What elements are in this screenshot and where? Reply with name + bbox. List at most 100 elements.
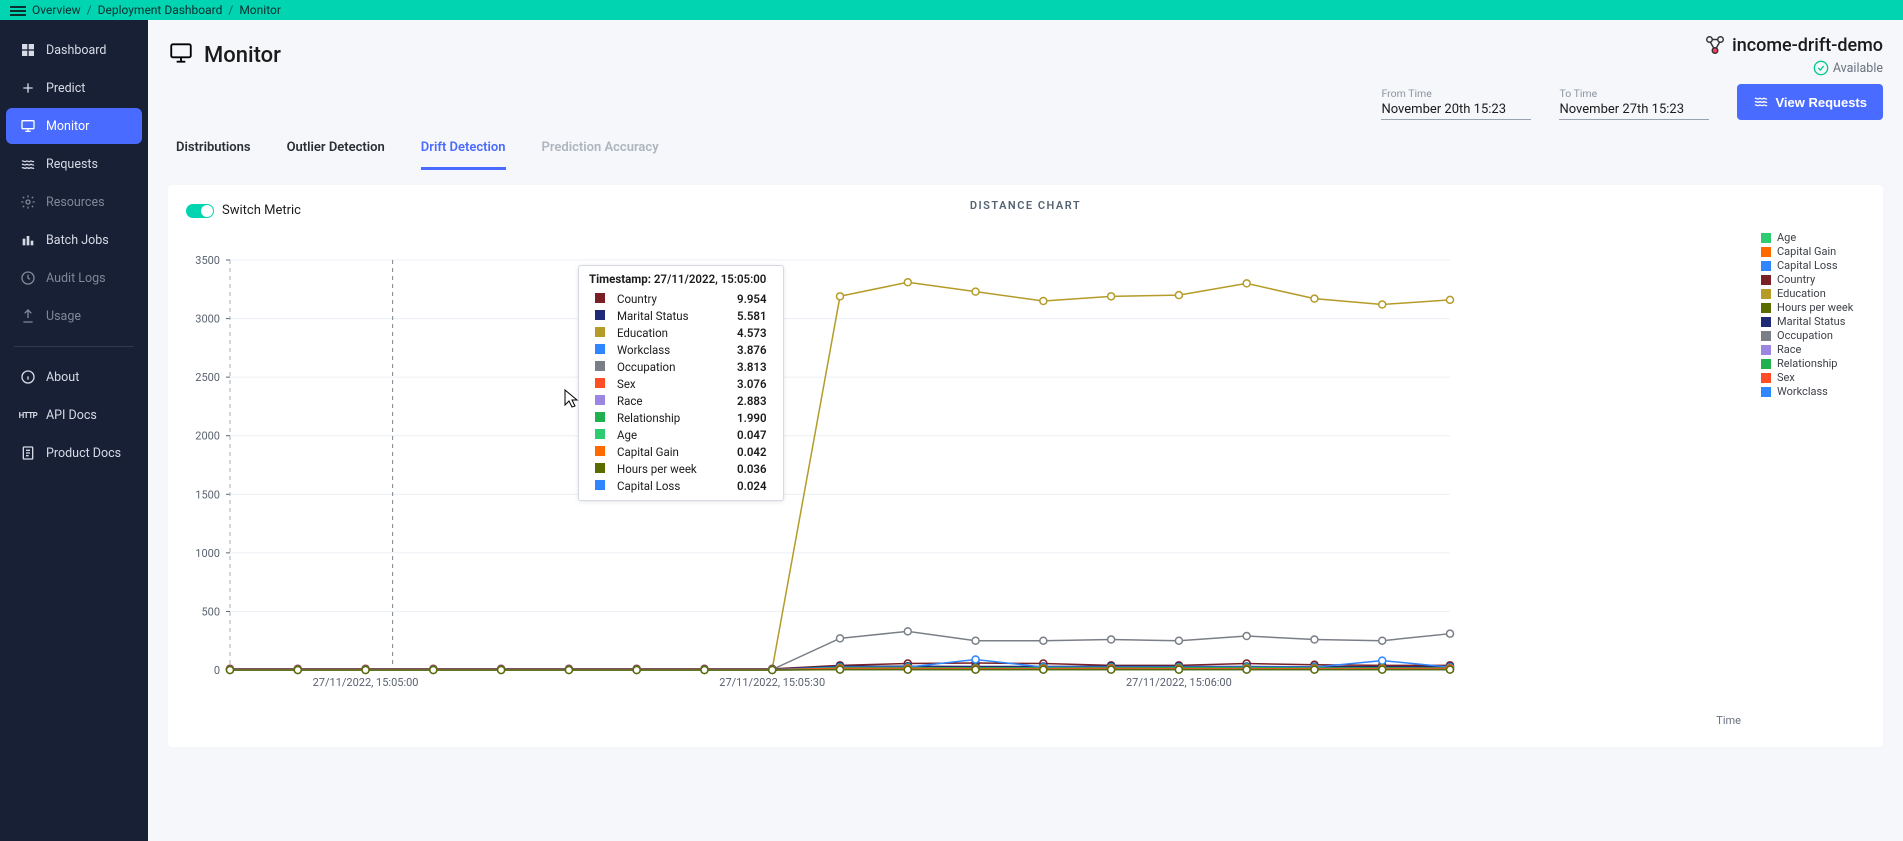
tooltip-row: Age0.047: [589, 426, 773, 443]
sidebar-item-label: Audit Logs: [46, 271, 106, 286]
from-time-label: From Time: [1381, 87, 1531, 100]
sidebar-item-usage[interactable]: Usage: [6, 298, 142, 334]
legend-item[interactable]: Country: [1761, 273, 1871, 286]
chart-legend: AgeCapital GainCapital LossCountryEducat…: [1751, 230, 1871, 710]
plus-icon: [20, 80, 36, 96]
svg-text:3500: 3500: [195, 254, 220, 267]
from-time-field[interactable]: From Time November 20th 15:23: [1381, 87, 1531, 120]
breadcrumb-sep: /: [87, 3, 92, 17]
from-time-value[interactable]: November 20th 15:23: [1381, 102, 1531, 120]
waves-icon: [1753, 94, 1769, 110]
legend-item[interactable]: Marital Status: [1761, 315, 1871, 328]
svg-text:1000: 1000: [195, 547, 220, 560]
tab-prediction-accuracy[interactable]: Prediction Accuracy: [542, 140, 659, 170]
svg-text:27/11/2022, 15:06:00: 27/11/2022, 15:06:00: [1126, 676, 1232, 689]
breadcrumb-sep: /: [228, 3, 233, 17]
sidebar-item-label: Resources: [46, 195, 105, 210]
legend-item[interactable]: Workclass: [1761, 385, 1871, 398]
tooltip-row: Workclass3.876: [589, 341, 773, 358]
svg-text:500: 500: [201, 605, 220, 618]
svg-text:2500: 2500: [195, 371, 220, 384]
info-icon: [20, 369, 36, 385]
tab-drift-detection[interactable]: Drift Detection: [421, 140, 506, 170]
sidebar-item-label: Requests: [46, 157, 98, 172]
legend-item[interactable]: Race: [1761, 343, 1871, 356]
tab-outlier-detection[interactable]: Outlier Detection: [287, 140, 385, 170]
distance-chart[interactable]: 050010001500200025003000350027/11/2022, …: [180, 230, 1751, 710]
tooltip-row: Sex3.076: [589, 375, 773, 392]
sidebar-item-label: About: [46, 370, 79, 385]
legend-item[interactable]: Sex: [1761, 371, 1871, 384]
sidebar-item-resources[interactable]: Resources: [6, 184, 142, 220]
chart-card: DISTANCE CHART Switch Metric 05001000150…: [168, 185, 1883, 747]
svg-text:27/11/2022, 15:05:00: 27/11/2022, 15:05:00: [313, 676, 419, 689]
sidebar-item-monitor[interactable]: Monitor: [6, 108, 142, 144]
check-icon: [1813, 60, 1829, 76]
tab-distributions[interactable]: Distributions: [176, 140, 251, 170]
legend-item[interactable]: Education: [1761, 287, 1871, 300]
pipeline-icon: [1704, 34, 1726, 56]
svg-text:2000: 2000: [195, 430, 220, 443]
tooltip-row: Hours per week0.036: [589, 460, 773, 477]
tooltip-row: Relationship1.990: [589, 409, 773, 426]
waves-icon: [20, 156, 36, 172]
legend-item[interactable]: Relationship: [1761, 357, 1871, 370]
deployment-name: income-drift-demo: [1704, 34, 1883, 56]
main-content: Monitor income-drift-demo Available From…: [148, 20, 1903, 841]
legend-item[interactable]: Capital Loss: [1761, 259, 1871, 272]
sidebar-item-label: Product Docs: [46, 446, 121, 461]
sidebar-item-label: Usage: [46, 309, 81, 324]
sidebar: Dashboard Predict Monitor Requests Resources…: [0, 20, 148, 841]
chart-tooltip: Timestamp: 27/11/2022, 15:05:00 Country9…: [578, 265, 784, 501]
tooltip-row: Marital Status5.581: [589, 307, 773, 324]
tooltip-row: Capital Gain0.042: [589, 443, 773, 460]
sidebar-item-label: Batch Jobs: [46, 233, 109, 248]
switch-metric-toggle[interactable]: [186, 204, 214, 218]
breadcrumb-dashboard[interactable]: Deployment Dashboard: [98, 3, 223, 17]
breadcrumb-overview[interactable]: Overview: [32, 3, 81, 17]
status-label: Available: [1833, 61, 1883, 76]
svg-text:27/11/2022, 15:05:30: 27/11/2022, 15:05:30: [719, 676, 825, 689]
sidebar-item-predict[interactable]: Predict: [6, 70, 142, 106]
svg-text:0: 0: [214, 664, 220, 677]
legend-item[interactable]: Age: [1761, 231, 1871, 244]
sidebar-item-about[interactable]: About: [6, 359, 142, 395]
clock-icon: [20, 270, 36, 286]
legend-item[interactable]: Hours per week: [1761, 301, 1871, 314]
tooltip-row: Occupation3.813: [589, 358, 773, 375]
legend-item[interactable]: Occupation: [1761, 329, 1871, 342]
svg-text:1500: 1500: [195, 488, 220, 501]
topbar: Overview / Deployment Dashboard / Monito…: [0, 0, 1903, 20]
to-time-field[interactable]: To Time November 27th 15:23: [1559, 87, 1709, 120]
breadcrumb: Overview / Deployment Dashboard / Monito…: [32, 3, 281, 17]
monitor-icon: [168, 40, 194, 70]
tooltip-row: Race2.883: [589, 392, 773, 409]
page-title: Monitor: [204, 43, 281, 68]
bars-icon: [20, 232, 36, 248]
http-icon: HTTP: [20, 407, 36, 423]
sidebar-item-product-docs[interactable]: Product Docs: [6, 435, 142, 471]
tooltip-row: Country9.954: [589, 290, 773, 307]
sidebar-item-label: Predict: [46, 81, 85, 96]
legend-item[interactable]: Capital Gain: [1761, 245, 1871, 258]
to-time-label: To Time: [1559, 87, 1709, 100]
breadcrumb-monitor[interactable]: Monitor: [239, 3, 281, 17]
sidebar-item-audit-logs[interactable]: Audit Logs: [6, 260, 142, 296]
sidebar-item-requests[interactable]: Requests: [6, 146, 142, 182]
menu-icon[interactable]: [10, 4, 26, 16]
monitor-icon: [20, 118, 36, 134]
sidebar-item-batch-jobs[interactable]: Batch Jobs: [6, 222, 142, 258]
sidebar-item-api-docs[interactable]: HTTP API Docs: [6, 397, 142, 433]
sidebar-item-label: API Docs: [46, 408, 97, 423]
view-requests-button[interactable]: View Requests: [1737, 84, 1883, 120]
to-time-value[interactable]: November 27th 15:23: [1559, 102, 1709, 120]
doc-icon: [20, 445, 36, 461]
sidebar-item-dashboard[interactable]: Dashboard: [6, 32, 142, 68]
gear-icon: [20, 194, 36, 210]
sidebar-divider: [14, 346, 134, 347]
x-axis-label: Time: [180, 714, 1871, 727]
sidebar-item-label: Dashboard: [46, 43, 106, 58]
upload-icon: [20, 308, 36, 324]
dashboard-icon: [20, 42, 36, 58]
monitor-tabs: Distributions Outlier Detection Drift Dete…: [148, 120, 1903, 171]
